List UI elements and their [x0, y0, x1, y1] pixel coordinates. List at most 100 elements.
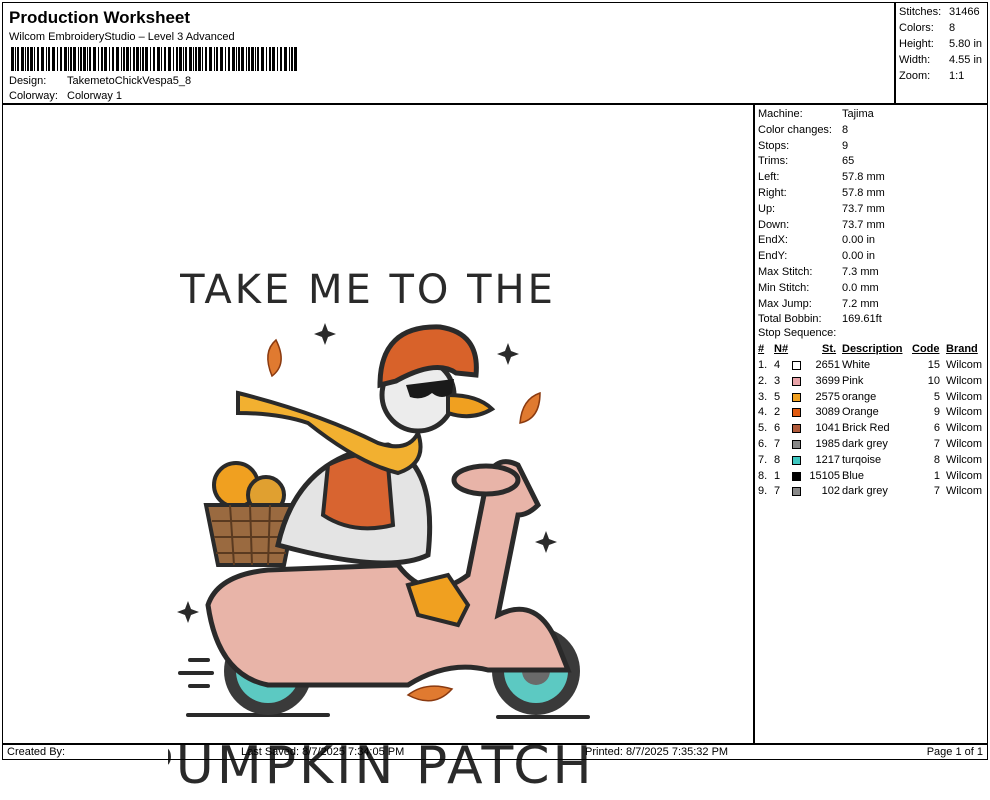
detail-value: 9 [842, 139, 849, 152]
stop-brand: Wilcom [946, 485, 983, 498]
summary-panel: Stitches: 31466 Colors: 8 Height: 5.80 in W… [895, 2, 988, 104]
stop-st: 3089 [815, 406, 840, 419]
detail-key: Stops: [758, 139, 790, 152]
detail-key: Max Jump: [758, 297, 812, 310]
summary-row: Colors: 8 [899, 22, 955, 34]
detail-row: Down: 73.7 mm [758, 219, 885, 231]
color-swatch [792, 408, 801, 418]
stop-brand: Wilcom [946, 469, 983, 482]
leaf-icon [406, 685, 454, 702]
detail-value: Tajima [842, 108, 874, 120]
stop-st: 3699 [815, 374, 840, 387]
stop-desc: Blue [842, 469, 865, 482]
stop-table-header: # N# St. Description Code Brand [758, 343, 986, 357]
detail-value: 73.7 mm [842, 202, 885, 215]
detail-value: 169.61ft [842, 313, 882, 326]
detail-value: 65 [842, 155, 855, 168]
summary-value: 4.55 in [949, 54, 983, 66]
detail-row: Total Bobbin: 169.61ft [758, 313, 882, 325]
stop-brand: Wilcom [946, 406, 983, 419]
stop-idx: 9. [758, 485, 768, 498]
design-value: TakemetoChickVespa5_8 [67, 75, 192, 87]
embroidery-artwork: TAKE ME TO THE PUMPKIN PATCH [168, 267, 592, 796]
page-title: Production Worksheet [9, 8, 191, 27]
color-swatch [792, 440, 801, 449]
barcode [11, 47, 297, 71]
detail-key: Max Stitch: [758, 266, 813, 278]
detail-key: Color changes: [758, 123, 832, 136]
detail-row: EndX: 0.00 in [758, 234, 875, 246]
summary-value: 31466 [949, 6, 980, 18]
sparkle-icon [497, 343, 519, 365]
design-label: Design: [9, 75, 47, 87]
stop-row: 1. 4 2651 White 15 Wilcom [758, 359, 986, 373]
stop-brand: Wilcom [946, 453, 983, 466]
stop-code: 7 [933, 438, 940, 450]
color-swatch [792, 487, 801, 497]
machine-details-panel: Machine: Tajima Color changes: 8 Stops: 9 Trim… [754, 104, 988, 744]
col-description: Description [842, 343, 903, 355]
col-needle: N# [774, 343, 789, 355]
detail-row: Machine: Tajima [758, 108, 874, 120]
detail-value: 57.8 mm [842, 187, 885, 199]
detail-key: EndY: [758, 250, 788, 263]
col-brand: Brand [946, 343, 978, 355]
stop-idx: 3. [758, 390, 768, 403]
stop-desc: dark grey [842, 438, 888, 450]
last-saved: Last Saved: 8/7/2025 7:34:05 PM [241, 746, 405, 758]
stop-n: 7 [774, 485, 781, 498]
detail-row: Trims: 65 [758, 155, 854, 167]
stop-code: 8 [933, 453, 940, 466]
col-stitches: St. [822, 343, 837, 355]
stop-desc: turqoise [842, 453, 882, 466]
detail-row: Left: 57.8 mm [758, 171, 885, 183]
detail-row: EndY: 0.00 in [758, 250, 875, 262]
detail-value: 0.00 in [842, 250, 876, 263]
stop-code: 10 [927, 374, 940, 387]
summary-key: Colors: [899, 22, 934, 34]
summary-key: Zoom: [899, 70, 931, 82]
detail-key: Down: [758, 218, 790, 231]
stop-brand: Wilcom [946, 390, 983, 403]
detail-key: Min Stitch: [758, 281, 810, 294]
stop-st: 2575 [815, 390, 840, 403]
summary-row: Stitches: 31466 [899, 6, 980, 18]
software-subtitle: Wilcom EmbroideryStudio – Level 3 Advanc… [9, 31, 235, 43]
stop-desc: dark grey [842, 485, 888, 498]
stop-idx: 4. [758, 406, 768, 419]
summary-key: Width: [899, 54, 931, 66]
color-swatch [792, 376, 801, 386]
color-swatch [792, 361, 801, 370]
detail-value: 0.00 in [842, 234, 876, 247]
stop-row: 3. 5 2575 orange 5 Wilcom [758, 391, 986, 405]
stop-brand: Wilcom [946, 422, 983, 435]
stop-idx: 6. [758, 438, 768, 450]
detail-value: 7.2 mm [842, 297, 879, 310]
stop-code: 1 [933, 469, 940, 482]
leaf-icon [267, 338, 282, 378]
colorway-value: Colorway 1 [67, 90, 123, 102]
detail-row: Color changes: 8 [758, 124, 848, 136]
summary-key: Height: [899, 38, 934, 50]
detail-value: 0.0 mm [842, 281, 879, 294]
stop-code: 7 [933, 485, 940, 498]
detail-row: Max Jump: 7.2 mm [758, 298, 879, 310]
detail-row: Min Stitch: 0.0 mm [758, 282, 879, 294]
detail-value: 73.7 mm [842, 218, 885, 231]
stop-desc: White [842, 359, 871, 371]
stop-n: 5 [774, 390, 781, 403]
color-swatch [792, 471, 801, 481]
stop-brand: Wilcom [946, 359, 983, 371]
stop-st: 102 [821, 485, 840, 498]
stop-n: 1 [774, 469, 781, 482]
stop-n: 4 [774, 359, 781, 371]
artwork-top-text: TAKE ME TO THE [179, 267, 556, 313]
printed-date: Printed: 8/7/2025 7:35:32 PM [585, 746, 729, 758]
stop-code: 15 [927, 359, 940, 371]
stop-idx: 2. [758, 374, 768, 387]
stop-row: 9. 7 102 dark grey 7 Wilcom [758, 485, 986, 499]
summary-row: Zoom: 1:1 [899, 70, 964, 82]
detail-key: Right: [758, 187, 787, 199]
detail-key: Up: [758, 202, 776, 215]
stop-row: 4. 2 3089 Orange 9 Wilcom [758, 406, 986, 420]
